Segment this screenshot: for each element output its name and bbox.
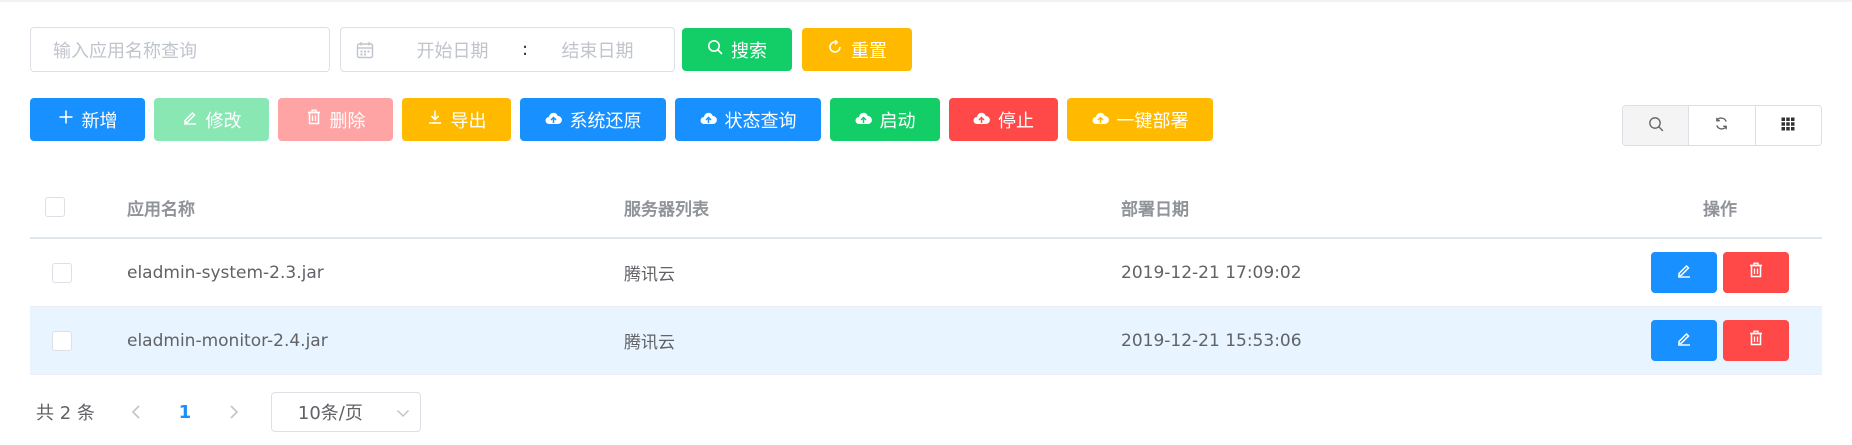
app-name-placeholder: 输入应用名称查询 [53,40,197,62]
pagination: 共 2 条 1 10条/页 [36,392,421,432]
page-number-current[interactable]: 1 [155,402,215,423]
refresh-icon [827,39,843,60]
action-toolbar: 新增 修改 删除 导出 系统还原 状态查询 启动 停止 一键部署 [30,98,1213,141]
status-query-label: 状态查询 [724,110,797,132]
chevron-left-icon [131,405,140,419]
add-button-label: 新增 [81,110,118,132]
toggle-search-button[interactable] [1623,106,1690,145]
page-size-select[interactable]: 10条/页 [270,392,421,432]
trash-icon [306,109,322,130]
export-button-label: 导出 [450,110,487,132]
cloud-upload-icon [855,109,872,130]
chevron-down-icon [396,402,410,423]
edit-icon [1676,262,1692,283]
row-checkbox[interactable] [52,262,72,283]
header-server-list[interactable]: 服务器列表 [624,195,1121,220]
search-button[interactable]: 搜索 [682,28,792,71]
refresh-icon [1714,116,1729,135]
edit-icon [182,109,198,130]
row-deploy-date: 2019-12-21 17:09:02 [1121,262,1302,283]
row-edit-button[interactable] [1651,252,1717,293]
row-operations [1618,320,1822,361]
row-checkbox[interactable] [52,330,72,351]
end-date-input[interactable]: 结束日期 [545,37,650,63]
row-delete-button[interactable] [1723,252,1789,293]
search-icon [1648,116,1664,136]
table-row[interactable]: eladmin-system-2.3.jar 腾讯云 2019-12-21 17… [30,239,1822,307]
one-click-deploy-button[interactable]: 一键部署 [1067,98,1213,141]
edit-icon [1676,330,1692,351]
total-count: 共 2 条 [36,403,95,424]
delete-button[interactable]: 删除 [278,98,393,141]
search-icon [707,39,723,60]
stop-button-label: 停止 [998,110,1034,132]
row-select [30,330,127,351]
header-select-all [30,197,127,217]
edit-button-label: 修改 [205,110,242,132]
date-range-picker[interactable]: 开始日期 : 结束日期 [340,27,675,72]
grid-icon [1781,116,1795,135]
start-button[interactable]: 启动 [830,98,940,141]
app-name-search-input[interactable]: 输入应用名称查询 [30,27,330,72]
start-date-input[interactable]: 开始日期 [400,37,505,63]
delete-button-label: 删除 [329,110,366,132]
stop-button[interactable]: 停止 [949,98,1058,141]
column-settings-button[interactable] [1755,106,1821,145]
edit-button[interactable]: 修改 [154,98,269,141]
search-button-label: 搜索 [731,40,767,62]
one-click-deploy-label: 一键部署 [1116,110,1189,132]
export-button[interactable]: 导出 [402,98,511,141]
date-separator: : [521,39,529,60]
header-operations-label: 操作 [1703,199,1737,220]
header-operations: 操作 [1618,195,1822,220]
table-row[interactable]: eladmin-monitor-2.4.jar 腾讯云 2019-12-21 1… [30,307,1822,375]
row-server-list: 腾讯云 [624,333,675,353]
start-button-label: 启动 [879,110,916,132]
row-operations [1618,252,1822,293]
refresh-button[interactable] [1689,106,1756,145]
next-page-button[interactable] [215,404,253,420]
row-select [30,262,127,283]
app-table: 应用名称 服务器列表 部署日期 操作 eladmin-system-2.3.ja… [30,177,1822,375]
cloud-upload-icon [973,109,990,130]
row-deploy-date: 2019-12-21 15:53:06 [1121,330,1302,351]
cloud-upload-icon [545,109,562,130]
download-icon [427,109,443,130]
search-bar: 输入应用名称查询 开始日期 : 结束日期 搜索 重置 [30,27,912,72]
header-app-name[interactable]: 应用名称 [127,195,624,220]
reset-button-label: 重置 [851,40,887,62]
cloud-upload-icon [700,109,717,130]
page-size-value: 10条/页 [297,403,363,424]
row-server-list: 腾讯云 [624,265,675,285]
top-divider [0,0,1852,2]
plus-icon [58,109,74,130]
calendar-icon [356,41,384,59]
row-edit-button[interactable] [1651,320,1717,361]
status-query-button[interactable]: 状态查询 [675,98,821,141]
row-app-name: eladmin-monitor-2.4.jar [127,330,328,351]
chevron-right-icon [230,405,239,419]
add-button[interactable]: 新增 [30,98,145,141]
system-restore-label: 系统还原 [569,110,642,132]
row-app-name: eladmin-system-2.3.jar [127,262,324,283]
header-deploy-date[interactable]: 部署日期 [1121,195,1618,220]
table-header: 应用名称 服务器列表 部署日期 操作 [30,177,1822,239]
prev-page-button[interactable] [117,404,155,420]
select-all-checkbox[interactable] [45,197,65,217]
trash-icon [1748,330,1764,351]
system-restore-button[interactable]: 系统还原 [520,98,666,141]
reset-button[interactable]: 重置 [802,28,912,71]
trash-icon [1748,262,1764,283]
row-delete-button[interactable] [1723,320,1789,361]
table-tools-group [1622,105,1822,146]
cloud-upload-icon [1092,109,1109,130]
